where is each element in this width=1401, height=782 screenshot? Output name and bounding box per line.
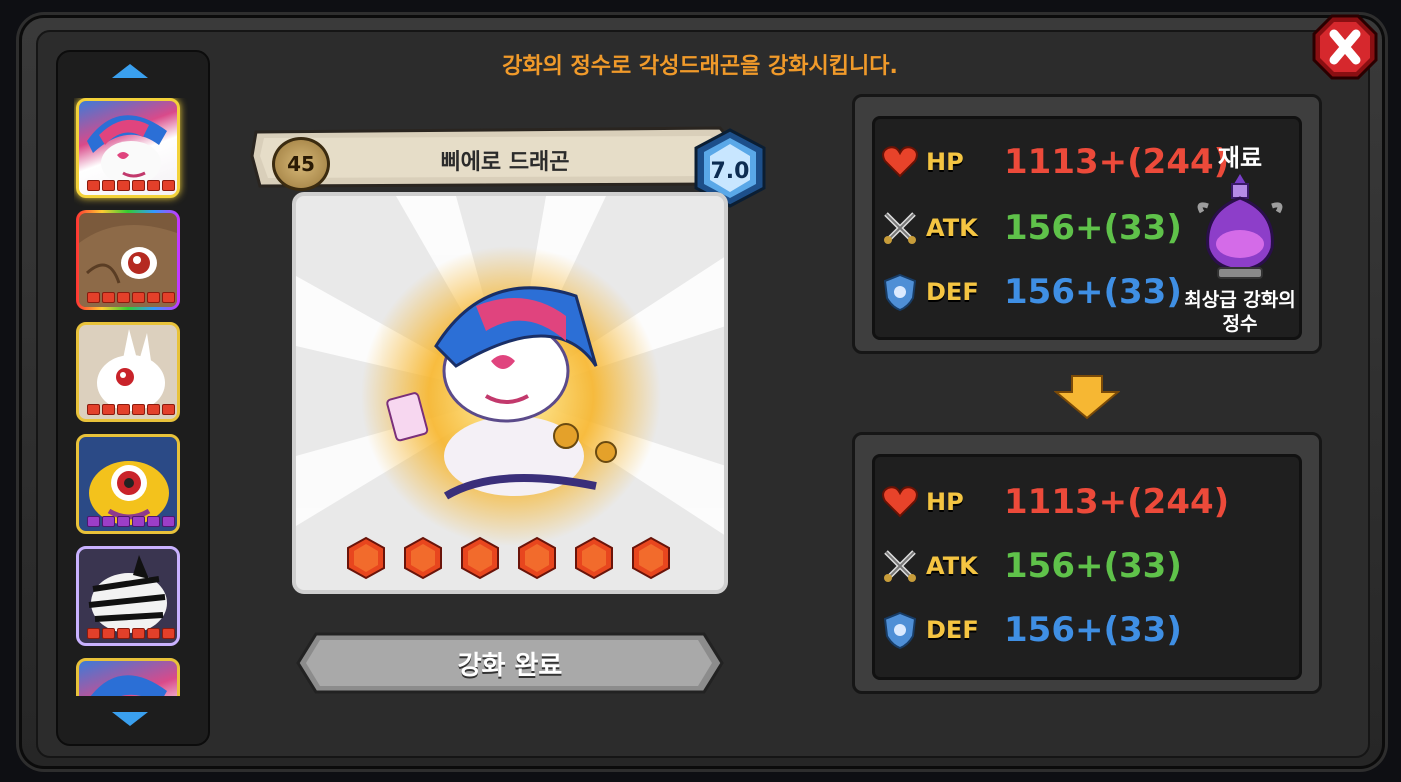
shield-icon [883, 273, 917, 312]
hp-label: HP [926, 148, 964, 176]
after-hp-row: HP 1113+(244) [880, 482, 1229, 522]
star-gem-icon [404, 536, 442, 580]
list-item[interactable] [76, 434, 180, 534]
star-gem-icon [461, 536, 499, 580]
dragon-illustration [296, 196, 724, 546]
list-item[interactable] [76, 546, 180, 646]
list-item[interactable] [76, 98, 180, 198]
atk-value: 156+(33) [1004, 546, 1182, 586]
enhance-essence-potion-icon [1197, 174, 1283, 279]
close-icon[interactable] [1312, 14, 1378, 80]
material-name: 최상급 강화의 정수 [1170, 288, 1310, 336]
star-gem-icon [575, 536, 613, 580]
heart-icon [882, 146, 918, 178]
star-gems [344, 536, 673, 580]
pierrot-dragon-portrait [90, 675, 167, 696]
heart-icon [882, 486, 918, 518]
after-atk-row: ATK 156+(33) [880, 546, 1182, 586]
list-item[interactable] [76, 322, 180, 422]
star-gem-icon [518, 536, 556, 580]
def-label: DEF [926, 616, 979, 644]
dragon-card [292, 192, 728, 594]
enhance-complete-label: 강화 완료 [457, 651, 563, 681]
before-hp-row: HP 1113+(244) [880, 142, 1229, 182]
level-badge: 45 [272, 137, 330, 191]
atk-label: ATK [926, 214, 978, 242]
material-name-line1: 최상급 강화의 [1184, 289, 1296, 311]
atk-label: ATK [926, 552, 978, 580]
dragon-name: 삐에로 드래곤 [440, 150, 570, 175]
star-gem-icon [632, 536, 670, 580]
def-value: 156+(33) [1004, 610, 1182, 650]
material-name-line2: 정수 [1222, 313, 1258, 335]
shield-icon [883, 611, 917, 650]
dragon-list [74, 98, 188, 696]
material-title: 재료 [1217, 144, 1263, 172]
after-def-row: DEF 156+(33) [880, 610, 1182, 650]
arrow-down-result-icon [1054, 375, 1120, 420]
hp-value: 1113+(244) [1004, 482, 1230, 522]
star-gem-icon [347, 536, 385, 580]
before-def-row: DEF 156+(33) [880, 272, 1182, 312]
list-item[interactable] [76, 658, 180, 696]
crossed-swords-icon [884, 212, 916, 244]
hp-label: HP [926, 488, 964, 516]
def-value: 156+(33) [1004, 272, 1182, 312]
crossed-swords-icon [884, 550, 916, 582]
def-label: DEF [926, 278, 979, 306]
page-title: 강화의 정수로 각성드래곤을 강화시킵니다. [502, 54, 898, 79]
list-item[interactable] [76, 210, 180, 310]
atk-value: 156+(33) [1004, 208, 1182, 248]
svg-text:7.0: 7.0 [711, 159, 750, 184]
arrow-down-icon[interactable] [112, 712, 148, 726]
arrow-up-icon[interactable] [112, 64, 148, 78]
before-atk-row: ATK 156+(33) [880, 208, 1182, 248]
